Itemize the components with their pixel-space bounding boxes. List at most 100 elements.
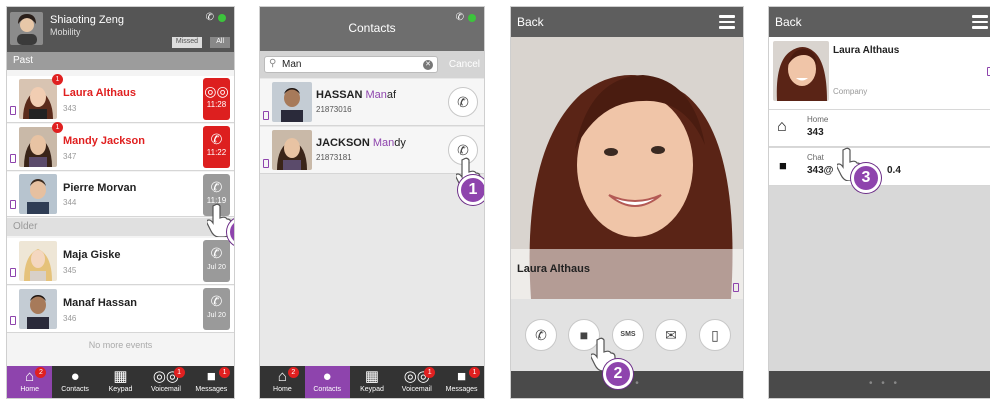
- tab-label: Voicemail: [401, 386, 432, 393]
- contact-mark-icon: [10, 106, 16, 115]
- step-badge: 1: [458, 175, 484, 205]
- message-icon: ■: [457, 368, 467, 385]
- user-avatar[interactable]: [10, 12, 43, 45]
- cancel-button[interactable]: Cancel: [449, 59, 480, 70]
- step-badge: 3: [851, 163, 881, 193]
- search-field[interactable]: ⚲ Man ✕: [264, 56, 438, 73]
- tab-messages[interactable]: ■ 1 Messages: [439, 366, 484, 398]
- detail-label: Chat: [807, 153, 824, 162]
- details-profile: Laura Althaus Company: [769, 37, 990, 109]
- call-date: Jul 20: [207, 312, 226, 319]
- call-back-button[interactable]: ✆ 11:22: [203, 126, 230, 168]
- contact-name: Manaf Hassan: [63, 297, 137, 309]
- contact-number: 345: [63, 266, 77, 275]
- tab-badge: 1: [468, 367, 480, 378]
- tab-contacts[interactable]: ● Contacts: [52, 366, 97, 398]
- page-dots: • • •: [769, 371, 990, 398]
- contact-mark-icon: [263, 159, 269, 168]
- phone-icon: ✆: [457, 142, 469, 158]
- tab-contacts[interactable]: ● Contacts: [304, 366, 350, 398]
- contact-avatar: [773, 41, 829, 101]
- pager-dots: • • •: [869, 378, 901, 389]
- phone-icon: ✆: [535, 327, 547, 343]
- call-back-button[interactable]: ✆ Jul 20: [203, 240, 230, 282]
- history-row[interactable]: Pierre Morvan 344 ✆ 11:19: [7, 172, 234, 217]
- section-past: Past: [7, 52, 234, 70]
- search-bar: ⚲ Man ✕ Cancel: [260, 51, 484, 78]
- tab-home[interactable]: ⌂ 2 Home: [260, 366, 305, 398]
- tab-label: Messages: [445, 386, 478, 393]
- detail-label: Home: [807, 115, 829, 124]
- contact-avatar: [19, 289, 57, 329]
- menu-icon[interactable]: [972, 15, 988, 32]
- missed-badge: 1: [52, 122, 63, 133]
- detail-row-home[interactable]: ⌂ Home 343: [769, 110, 990, 147]
- contact-number: 21873016: [316, 105, 352, 114]
- call-back-button[interactable]: ✆ Jul 20: [203, 288, 230, 330]
- sms-icon: SMS: [620, 331, 636, 338]
- phone-status-icon: ✆: [455, 12, 464, 23]
- history-row[interactable]: Manaf Hassan 346 ✆ Jul 20: [7, 286, 234, 333]
- user-status: Mobility: [50, 27, 81, 37]
- home-icon: ⌂: [777, 118, 787, 135]
- voicemail-button[interactable]: ◎◎ 11:28: [203, 78, 230, 120]
- page-title: Contacts: [348, 21, 396, 35]
- name-part: JACKSON: [316, 137, 373, 149]
- tab-voicemail[interactable]: ◎◎ 1 Voicemail: [143, 366, 188, 398]
- call-date: Jul 20: [207, 264, 226, 271]
- contact-row[interactable]: HASSAN Manaf 21873016 ✆: [260, 79, 484, 126]
- detail-value: 343: [807, 127, 824, 138]
- phone-icon: ✆: [210, 245, 223, 261]
- keypad-icon: ▦: [113, 368, 128, 385]
- screen-history: Shiaoting Zeng Mobility ✆ Missed All Pas…: [6, 6, 235, 399]
- tab-label: Keypad: [360, 386, 384, 393]
- history-row[interactable]: Maja Giske 345 ✆ Jul 20: [7, 238, 234, 285]
- menu-icon[interactable]: [719, 15, 735, 32]
- tab-label: Keypad: [108, 386, 133, 393]
- call-action-button[interactable]: ✆: [525, 319, 557, 351]
- back-button[interactable]: Back: [517, 15, 544, 29]
- email-action-button[interactable]: ✉: [655, 319, 687, 351]
- contact-name: Laura Althaus: [63, 87, 136, 99]
- history-row[interactable]: 1 Mandy Jackson 347 ✆ 11:22: [7, 122, 234, 171]
- clear-search-icon[interactable]: ✕: [423, 60, 433, 70]
- contact-avatar: [19, 79, 57, 119]
- tab-keypad[interactable]: ▦ Keypad: [98, 366, 143, 398]
- search-input[interactable]: Man: [282, 59, 301, 70]
- home-icon: ⌂: [25, 368, 35, 385]
- contacts-header: Contacts ✆: [260, 7, 484, 51]
- contact-mark-icon: [10, 316, 16, 325]
- tab-home[interactable]: ⌂ 2 Home: [7, 366, 53, 398]
- tab-badge: 2: [287, 367, 299, 378]
- phone-icon: ✆: [210, 179, 223, 195]
- back-button[interactable]: Back: [775, 15, 802, 29]
- tab-badge: 1: [219, 367, 231, 378]
- name-part: af: [386, 89, 397, 101]
- mobile-action-button[interactable]: ▯: [699, 319, 731, 351]
- tab-messages[interactable]: ■ 1 Messages: [189, 366, 234, 398]
- online-dot-icon: [468, 14, 476, 22]
- no-more-events: No more events: [88, 340, 153, 350]
- call-button[interactable]: ✆: [448, 87, 478, 117]
- contact-name: Pierre Morvan: [63, 182, 137, 194]
- screen-contact-details: Back Laura Althaus Company ⌂ Home 343 ■ …: [768, 6, 990, 399]
- history-row[interactable]: 1 Laura Althaus 343 ◎◎ 11:28: [7, 74, 234, 123]
- contact-row[interactable]: JACKSON Mandy 21873181 ✆: [260, 127, 484, 174]
- contact-number: 346: [63, 314, 77, 323]
- step-badge: 2: [603, 359, 633, 389]
- filter-all[interactable]: All: [210, 37, 230, 48]
- tab-keypad[interactable]: ▦ Keypad: [350, 366, 395, 398]
- section-older: Older: [7, 218, 234, 236]
- filter-missed[interactable]: Missed: [171, 37, 202, 48]
- user-name: Shiaoting Zeng: [50, 14, 124, 26]
- search-highlight: Man: [372, 137, 395, 149]
- name-part: dy: [394, 137, 406, 149]
- contact-avatar: [19, 127, 57, 167]
- tab-label: Voicemail: [150, 386, 181, 393]
- tab-badge: 1: [424, 367, 436, 378]
- tab-voicemail[interactable]: ◎◎ 1 Voicemail: [394, 366, 439, 398]
- contact-number: 344: [63, 198, 77, 207]
- contact-company: Company: [833, 87, 868, 96]
- contact-name: HASSAN Manaf: [316, 89, 396, 101]
- history-header: Shiaoting Zeng Mobility ✆ Missed All: [7, 7, 234, 52]
